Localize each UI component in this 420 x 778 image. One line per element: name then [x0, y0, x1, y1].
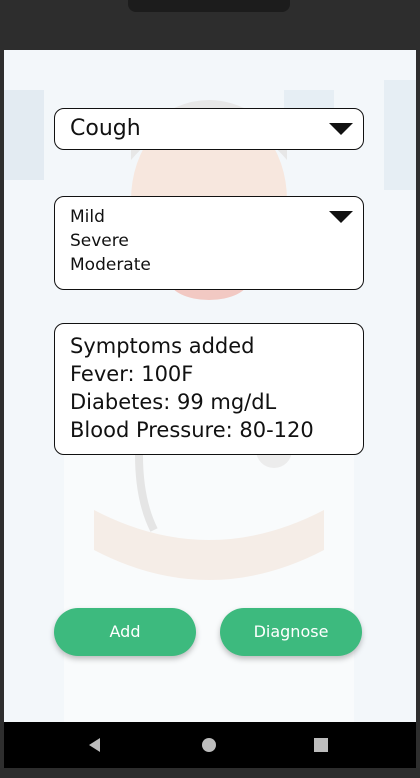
- summary-diabetes: Diabetes: 99 mg/dL: [70, 390, 277, 414]
- severity-dropdown[interactable]: Mild Severe Moderate: [54, 196, 364, 290]
- bottom-bezel: [0, 768, 420, 778]
- diagnose-button[interactable]: Diagnose: [220, 608, 362, 656]
- summary-heading: Symptoms added: [70, 334, 255, 358]
- severity-options-list: Mild Severe Moderate: [70, 205, 151, 277]
- caret-down-icon[interactable]: [329, 211, 353, 223]
- recents-icon[interactable]: [314, 738, 328, 752]
- symptom-dropdown-value: Cough: [70, 116, 141, 141]
- phone-frame: Cough Mild Severe Moderate Symptoms adde…: [0, 0, 420, 778]
- app-screen: Cough Mild Severe Moderate Symptoms adde…: [4, 50, 416, 722]
- caret-down-icon[interactable]: [329, 123, 353, 135]
- back-icon[interactable]: [89, 738, 100, 752]
- symptoms-summary-box: Symptoms added Fever: 100F Diabetes: 99 …: [54, 323, 364, 455]
- home-icon[interactable]: [202, 738, 216, 752]
- severity-option-mild[interactable]: Mild: [70, 205, 151, 229]
- symptom-dropdown[interactable]: Cough: [54, 108, 364, 150]
- top-bezel: [0, 0, 420, 50]
- speaker-grille: [128, 0, 290, 12]
- severity-option-moderate[interactable]: Moderate: [70, 253, 151, 277]
- severity-option-severe[interactable]: Severe: [70, 229, 151, 253]
- summary-fever: Fever: 100F: [70, 362, 194, 386]
- system-navigation-bar: [4, 722, 416, 768]
- add-button[interactable]: Add: [54, 608, 196, 656]
- summary-blood-pressure: Blood Pressure: 80-120: [70, 418, 314, 442]
